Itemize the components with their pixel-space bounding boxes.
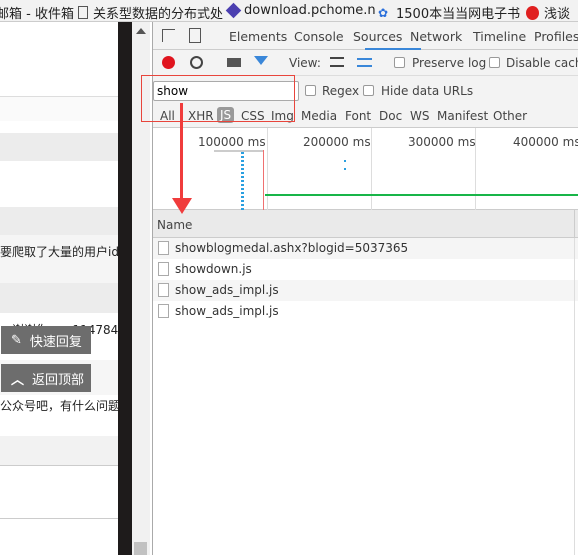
tab-timeline[interactable]: Timeline: [473, 29, 526, 44]
regex-label: Regex: [322, 84, 360, 98]
type-manifest[interactable]: Manifest: [437, 109, 488, 123]
preserve-log-label: Preserve log: [412, 56, 487, 70]
request-row[interactable]: show_ads_impl.js: [153, 301, 578, 322]
bookmark-relational[interactable]: 关系型数据的分布式处: [78, 3, 224, 22]
tab-network[interactable]: Network: [410, 29, 462, 44]
request-dot: [344, 160, 346, 162]
column-divider[interactable]: [574, 210, 575, 238]
request-row[interactable]: show_ads_impl.js: [153, 280, 578, 301]
column-divider: [574, 238, 575, 555]
filter-icon[interactable]: [254, 56, 268, 65]
type-other[interactable]: Other: [493, 109, 527, 123]
range-bar: [214, 150, 264, 152]
section-header: [0, 436, 118, 466]
request-row[interactable]: showblogmedal.ashx?blogid=5037365: [153, 238, 578, 259]
comment-text: 要爬取了大量的用户id: [0, 245, 118, 259]
request-name: show_ads_impl.js: [175, 304, 279, 318]
tick-label: 100000 ms: [198, 135, 266, 149]
request-name: showdown.js: [175, 262, 252, 276]
device-icon[interactable]: [189, 28, 201, 43]
page-icon: [78, 6, 88, 19]
type-media[interactable]: Media: [301, 109, 337, 123]
regex-checkbox[interactable]: [305, 85, 316, 96]
comment-text: 公众号吧，有什么问题: [0, 399, 118, 413]
request-dots: [241, 152, 244, 210]
name-header-label: Name: [157, 218, 193, 232]
bookmarks-bar: 邮箱 - 收件箱 关系型数据的分布式处 download.pchome.n ✿ 1…: [0, 0, 578, 22]
pchome-icon: [225, 2, 242, 19]
tick-label: 200000 ms: [303, 135, 371, 149]
tab-profiles[interactable]: Profiles: [534, 29, 578, 44]
dark-strip: [118, 22, 132, 555]
tick-label: 300000 ms: [408, 135, 476, 149]
bookmark-label: 关系型数据的分布式处: [93, 7, 224, 22]
name-column-header[interactable]: Name: [153, 210, 578, 238]
scroll-up-icon[interactable]: [136, 28, 146, 34]
type-ws[interactable]: WS: [410, 109, 429, 123]
waterfall-view-icon[interactable]: [357, 58, 372, 67]
bookmark-dangdang[interactable]: ✿ 1500本当当网电子书: [378, 3, 520, 22]
clear-icon[interactable]: [190, 56, 203, 69]
grid-line: [475, 128, 476, 210]
bookmark-weibo[interactable]: 浅谈: [526, 3, 571, 22]
back-to-top-label: 返回顶部: [32, 372, 85, 388]
scroll-thumb[interactable]: [134, 542, 147, 555]
file-icon: [158, 262, 169, 276]
quick-reply-button[interactable]: ✎ 快速回复: [1, 326, 91, 354]
disable-cache-label: Disable cache: [506, 56, 578, 70]
arrow-head: [172, 198, 192, 214]
section-header: [0, 133, 118, 161]
domcontent-line: [265, 194, 578, 196]
tab-sources[interactable]: Sources: [353, 29, 402, 44]
request-name: show_ads_impl.js: [175, 283, 279, 297]
bookmark-label: 1500本当当网电子书: [396, 7, 521, 22]
request-row[interactable]: showdown.js: [153, 259, 578, 280]
tab-elements[interactable]: Elements: [229, 29, 287, 44]
file-icon: [158, 241, 169, 255]
back-to-top-button[interactable]: ︿ 返回顶部: [1, 364, 91, 392]
type-doc[interactable]: Doc: [379, 109, 402, 123]
file-icon: [158, 304, 169, 318]
network-toolbar: View: Preserve log Disable cache: [153, 50, 578, 76]
bookmark-pchome[interactable]: download.pchome.n: [225, 2, 376, 19]
bookmark-label: 邮箱 - 收件箱: [0, 7, 74, 22]
overview-timeline[interactable]: 100000 ms 200000 ms 300000 ms 400000 ms: [153, 128, 578, 210]
record-icon[interactable]: [162, 56, 175, 69]
section-header: [0, 207, 118, 235]
quick-reply-label: 快速回复: [29, 334, 82, 350]
devtools-tabbar: Elements Console Sources Network Timelin…: [153, 22, 578, 50]
camera-icon[interactable]: [227, 58, 241, 67]
chevron-up-icon: ︿: [11, 372, 25, 388]
grid-line: [371, 128, 372, 210]
type-font[interactable]: Font: [345, 109, 371, 123]
bookmark-label: 浅谈: [544, 7, 571, 22]
view-label: View:: [289, 56, 321, 70]
bookmark-label: download.pchome.n: [244, 3, 376, 18]
grid-line: [267, 128, 268, 210]
hide-data-urls-checkbox[interactable]: [363, 85, 374, 96]
list-view-icon[interactable]: [330, 57, 344, 67]
arrow-shaft: [180, 103, 183, 203]
baidu-cloud-icon: ✿: [378, 5, 389, 20]
file-icon: [158, 283, 169, 297]
pencil-icon: ✎: [11, 332, 22, 348]
load-line: [263, 150, 264, 210]
divider: [0, 96, 118, 121]
weibo-icon: [526, 5, 539, 20]
preserve-log-checkbox[interactable]: [394, 57, 405, 68]
inspect-icon[interactable]: [162, 29, 175, 42]
disable-cache-checkbox[interactable]: [489, 57, 500, 68]
bookmark-mail[interactable]: 邮箱 - 收件箱: [0, 3, 74, 22]
section-header: [0, 283, 118, 313]
web-page: 要爬取了大量的用户id 谢谢你，ss114784 公众号吧，有什么问题 ✎快速回…: [0, 22, 118, 555]
highlight-box: [141, 75, 295, 122]
request-dot: [344, 168, 346, 170]
request-name: showblogmedal.ashx?blogid=5037365: [175, 241, 409, 255]
tick-label: 400000 ms: [513, 135, 578, 149]
tab-console[interactable]: Console: [294, 29, 344, 44]
divider: [0, 518, 118, 519]
hide-data-urls-label: Hide data URLs: [381, 84, 474, 98]
